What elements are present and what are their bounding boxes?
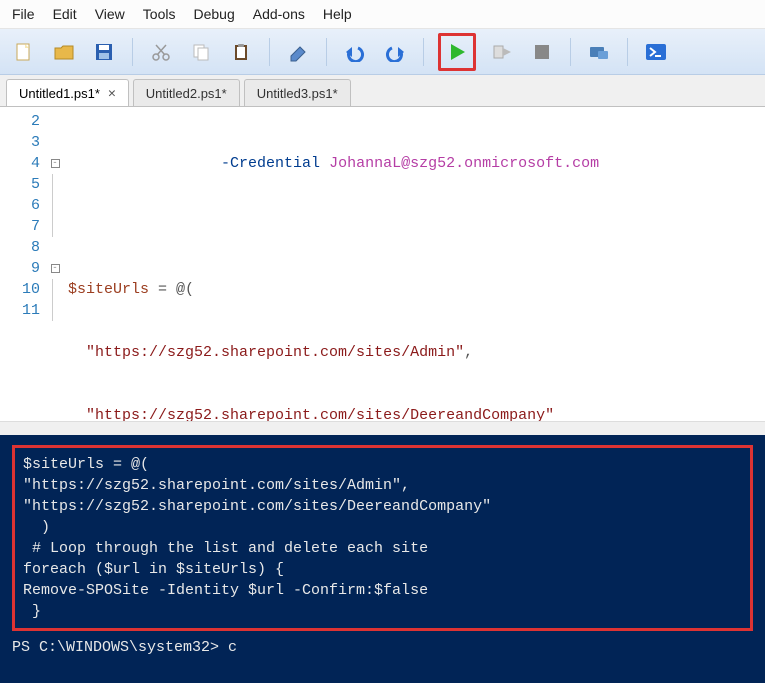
new-file-icon <box>13 41 35 63</box>
scissors-icon <box>151 42 171 62</box>
run-highlight-box <box>438 33 476 71</box>
toolbar-separator <box>326 38 327 66</box>
toolbar-separator <box>132 38 133 66</box>
fold-toggle[interactable]: - <box>51 264 60 273</box>
play-icon <box>447 42 467 62</box>
toolbar-separator <box>627 38 628 66</box>
eraser-icon <box>288 42 308 62</box>
run-selection-icon <box>492 42 512 62</box>
tab-label: Untitled1.ps1* <box>19 86 100 101</box>
tab-untitled1[interactable]: Untitled1.ps1* ✕ <box>6 79 129 106</box>
remote-icon <box>588 43 610 61</box>
open-file-button[interactable] <box>50 38 78 66</box>
clipboard-icon <box>231 42 251 62</box>
stop-button[interactable] <box>528 38 556 66</box>
code-area[interactable]: -Credential JohannaL@szg52.onmicrosoft.c… <box>62 107 765 421</box>
cut-button[interactable] <box>147 38 175 66</box>
run-selection-button[interactable] <box>488 38 516 66</box>
run-button[interactable] <box>443 38 471 66</box>
console-prompt[interactable]: PS C:\WINDOWS\system32> c <box>12 637 753 658</box>
powershell-icon <box>645 42 667 62</box>
clear-button[interactable] <box>284 38 312 66</box>
fold-column: - - <box>48 107 62 421</box>
tab-close-button[interactable]: ✕ <box>108 86 116 101</box>
menu-file[interactable]: File <box>12 6 35 22</box>
copy-button[interactable] <box>187 38 215 66</box>
remote-button[interactable] <box>585 38 613 66</box>
menu-tools[interactable]: Tools <box>143 6 176 22</box>
menu-view[interactable]: View <box>95 6 125 22</box>
menu-help[interactable]: Help <box>323 6 352 22</box>
paste-button[interactable] <box>227 38 255 66</box>
menu-bar: File Edit View Tools Debug Add-ons Help <box>0 0 765 29</box>
save-icon <box>93 41 115 63</box>
horizontal-scrollbar[interactable] <box>0 421 765 435</box>
menu-edit[interactable]: Edit <box>53 6 77 22</box>
toolbar-separator <box>570 38 571 66</box>
menu-debug[interactable]: Debug <box>193 6 234 22</box>
tab-label: Untitled3.ps1* <box>257 86 338 101</box>
redo-button[interactable] <box>381 38 409 66</box>
undo-icon <box>344 42 366 62</box>
toolbar <box>0 29 765 75</box>
copy-icon <box>191 42 211 62</box>
save-button[interactable] <box>90 38 118 66</box>
tab-untitled3[interactable]: Untitled3.ps1* <box>244 79 351 106</box>
toolbar-separator <box>423 38 424 66</box>
fold-toggle[interactable]: - <box>51 159 60 168</box>
tab-untitled2[interactable]: Untitled2.ps1* <box>133 79 240 106</box>
folder-open-icon <box>53 41 75 63</box>
console-output-highlight: $siteUrls = @( "https://szg52.sharepoint… <box>12 445 753 631</box>
console-pane[interactable]: $siteUrls = @( "https://szg52.sharepoint… <box>0 435 765 683</box>
toolbar-separator <box>269 38 270 66</box>
redo-icon <box>384 42 406 62</box>
menu-addons[interactable]: Add-ons <box>253 6 305 22</box>
powershell-button[interactable] <box>642 38 670 66</box>
line-gutter: 2 3 4 5 6 7 8 9 10 11 <box>0 107 48 421</box>
code-editor[interactable]: 2 3 4 5 6 7 8 9 10 11 - - -Credential Jo… <box>0 107 765 421</box>
undo-button[interactable] <box>341 38 369 66</box>
tab-bar: Untitled1.ps1* ✕ Untitled2.ps1* Untitled… <box>0 75 765 107</box>
stop-icon <box>533 43 551 61</box>
tab-label: Untitled2.ps1* <box>146 86 227 101</box>
new-file-button[interactable] <box>10 38 38 66</box>
